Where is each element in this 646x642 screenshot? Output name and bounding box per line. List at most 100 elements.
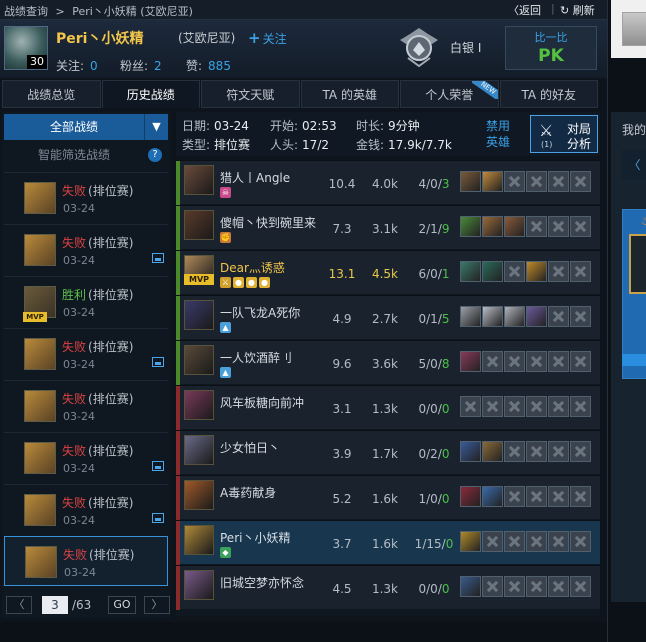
game-list-item[interactable]: 失败 (排位赛) 03-24 bbox=[4, 172, 168, 222]
champion-icon[interactable] bbox=[184, 300, 214, 330]
tab-heroes[interactable]: TA 的英雄 bbox=[300, 80, 399, 108]
game-list-item[interactable]: 失败 (排位赛) 03-24 bbox=[4, 432, 168, 482]
prev-page-button[interactable]: 〈 bbox=[6, 596, 32, 614]
player-row[interactable]: A毒药献身 5.2 1.6k 1/0/0 bbox=[176, 475, 600, 520]
player-row[interactable]: 风车板糖向前冲 3.1 1.3k 0/0/0 bbox=[176, 385, 600, 430]
player-row[interactable]: 一人饮酒醉刂 ▲ 9.6 3.6k 5/0/8 bbox=[176, 340, 600, 385]
image-icon[interactable] bbox=[152, 253, 164, 263]
game-list-item[interactable]: 失败 (排位赛) 03-24 bbox=[4, 328, 168, 378]
player-name[interactable]: Peri丶小妖精 bbox=[220, 529, 290, 546]
refresh-button[interactable]: ↻ 刷新 bbox=[560, 2, 595, 18]
next-page-button[interactable]: 〉 bbox=[144, 596, 170, 614]
player-name[interactable]: 风车板糖向前冲 bbox=[220, 394, 304, 411]
player-name[interactable]: A毒药献身 bbox=[220, 484, 276, 501]
tab-overview[interactable]: 战绩总览 bbox=[2, 80, 101, 108]
mvp-badge: MVP bbox=[184, 274, 214, 285]
game-list-item[interactable]: 失败 (排位赛) 03-24 bbox=[4, 536, 168, 586]
pk-button[interactable]: 比一比 PK bbox=[505, 26, 597, 70]
item-slots bbox=[460, 216, 592, 237]
item-icon[interactable] bbox=[460, 306, 481, 327]
item-icon[interactable] bbox=[460, 486, 481, 507]
item-icon[interactable] bbox=[482, 486, 503, 507]
smart-filter[interactable]: 智能筛选战绩 ? bbox=[4, 142, 168, 168]
item-icon[interactable] bbox=[482, 261, 503, 282]
item-icon[interactable] bbox=[482, 306, 503, 327]
player-row[interactable]: 一队飞龙A死你 ▲ 4.9 2.7k 0/1/5 bbox=[176, 295, 600, 340]
empty-item-slot bbox=[482, 576, 503, 597]
player-name[interactable]: 少女怕日丶 bbox=[220, 439, 280, 456]
game-list-item[interactable]: MVP 胜利 (排位赛) 03-24 bbox=[4, 276, 168, 326]
item-icon[interactable] bbox=[526, 306, 547, 327]
item-icon[interactable] bbox=[504, 216, 525, 237]
avatar[interactable]: 30 bbox=[4, 26, 48, 70]
player-name[interactable]: 猎人丨Angle bbox=[220, 169, 290, 186]
champion-icon[interactable] bbox=[184, 165, 214, 195]
item-slots bbox=[460, 576, 592, 597]
item-icon[interactable] bbox=[482, 441, 503, 462]
player-row[interactable]: Peri丶小妖精 ◆ 3.7 1.6k 1/15/0 bbox=[176, 520, 600, 565]
item-icon[interactable] bbox=[460, 171, 481, 192]
empty-item-slot bbox=[548, 171, 569, 192]
item-icon[interactable] bbox=[460, 576, 481, 597]
match-analysis-button[interactable]: ⚔ (1) 对局 分析 bbox=[530, 115, 598, 153]
tab-history[interactable]: 历史战绩 bbox=[101, 80, 200, 108]
player-row[interactable]: 少女怕日丶 3.9 1.7k 0/2/0 bbox=[176, 430, 600, 475]
player-name[interactable]: Dear灬诱惑 bbox=[220, 259, 285, 276]
tab-friends[interactable]: TA 的好友 bbox=[499, 80, 598, 108]
game-result: 失败 (排位赛) bbox=[62, 392, 134, 406]
item-icon[interactable] bbox=[460, 531, 481, 552]
champion-icon[interactable] bbox=[184, 345, 214, 375]
follow-button[interactable]: + 关注 bbox=[248, 29, 287, 47]
item-icon[interactable] bbox=[526, 261, 547, 282]
empty-item-slot bbox=[548, 306, 569, 327]
friend-avatar[interactable] bbox=[622, 12, 646, 46]
tab-honors[interactable]: 个人荣誉 NEW bbox=[400, 80, 499, 108]
chevron-left-icon[interactable]: 〈 bbox=[622, 150, 646, 180]
player-name[interactable]: 傻帽丶快到碗里来 bbox=[220, 214, 316, 231]
player-row[interactable]: 傻帽丶快到碗里来 ✊ 7.3 3.1k 2/1/9 bbox=[176, 205, 600, 250]
champion-icon[interactable] bbox=[184, 435, 214, 465]
crossed-swords-icon: ⚔ bbox=[539, 121, 554, 140]
item-icon[interactable] bbox=[460, 441, 481, 462]
item-icon[interactable] bbox=[504, 306, 525, 327]
player-name[interactable]: 一人饮酒醉刂 bbox=[220, 349, 292, 366]
chevron-down-icon[interactable]: ▼ bbox=[144, 114, 168, 140]
item-icon[interactable] bbox=[460, 261, 481, 282]
champion-icon[interactable] bbox=[184, 480, 214, 510]
champion-icon bbox=[24, 442, 56, 474]
gold-icon: ● bbox=[246, 277, 257, 288]
player-row[interactable]: 旧城空梦亦怀念 4.5 1.3k 0/0/0 bbox=[176, 565, 600, 610]
page-input[interactable]: 3 bbox=[42, 596, 68, 614]
player-name[interactable]: 旧城空梦亦怀念 bbox=[220, 574, 304, 591]
image-icon[interactable] bbox=[152, 513, 164, 523]
item-icon[interactable] bbox=[482, 216, 503, 237]
empty-item-slot bbox=[548, 486, 569, 507]
back-button[interactable]: 〈返回 bbox=[508, 2, 541, 18]
champion-icon[interactable] bbox=[184, 525, 214, 555]
game-list-item[interactable]: 失败 (排位赛) 03-24 bbox=[4, 380, 168, 430]
game-result: 失败 (排位赛) bbox=[62, 236, 134, 250]
help-icon[interactable]: ? bbox=[148, 148, 162, 162]
tab-runes[interactable]: 符文天赋 bbox=[201, 80, 300, 108]
champion-icon[interactable] bbox=[184, 390, 214, 420]
image-icon[interactable] bbox=[152, 461, 164, 471]
item-icon[interactable] bbox=[460, 351, 481, 372]
player-row[interactable]: MVP Dear灬诱惑 ⚔ ● ● ● 13.1 4.5k 6/0/1 bbox=[176, 250, 600, 295]
game-list-item[interactable]: 失败 (排位赛) 03-24 bbox=[4, 224, 168, 274]
item-icon[interactable] bbox=[482, 171, 503, 192]
player-row[interactable]: 猎人丨Angle ☠ 10.4 4.0k 4/0/3 bbox=[176, 160, 600, 205]
breadcrumb-root[interactable]: 战绩查询 bbox=[4, 5, 48, 18]
all-games-filter[interactable]: 全部战绩 ▼ bbox=[4, 114, 168, 140]
go-button[interactable]: GO bbox=[108, 596, 136, 614]
champion-icon[interactable] bbox=[184, 570, 214, 600]
item-icon[interactable] bbox=[460, 216, 481, 237]
player-name[interactable]: 一队飞龙A死你 bbox=[220, 304, 300, 321]
empty-item-slot bbox=[570, 306, 591, 327]
empty-item-slot bbox=[526, 351, 547, 372]
game-list-item[interactable]: 失败 (排位赛) 03-24 bbox=[4, 484, 168, 534]
image-icon[interactable] bbox=[152, 357, 164, 367]
champion-icon[interactable] bbox=[184, 210, 214, 240]
empty-item-slot bbox=[504, 261, 525, 282]
banned-heroes-button[interactable]: 禁用 英雄 bbox=[480, 116, 516, 152]
empty-item-slot bbox=[526, 531, 547, 552]
